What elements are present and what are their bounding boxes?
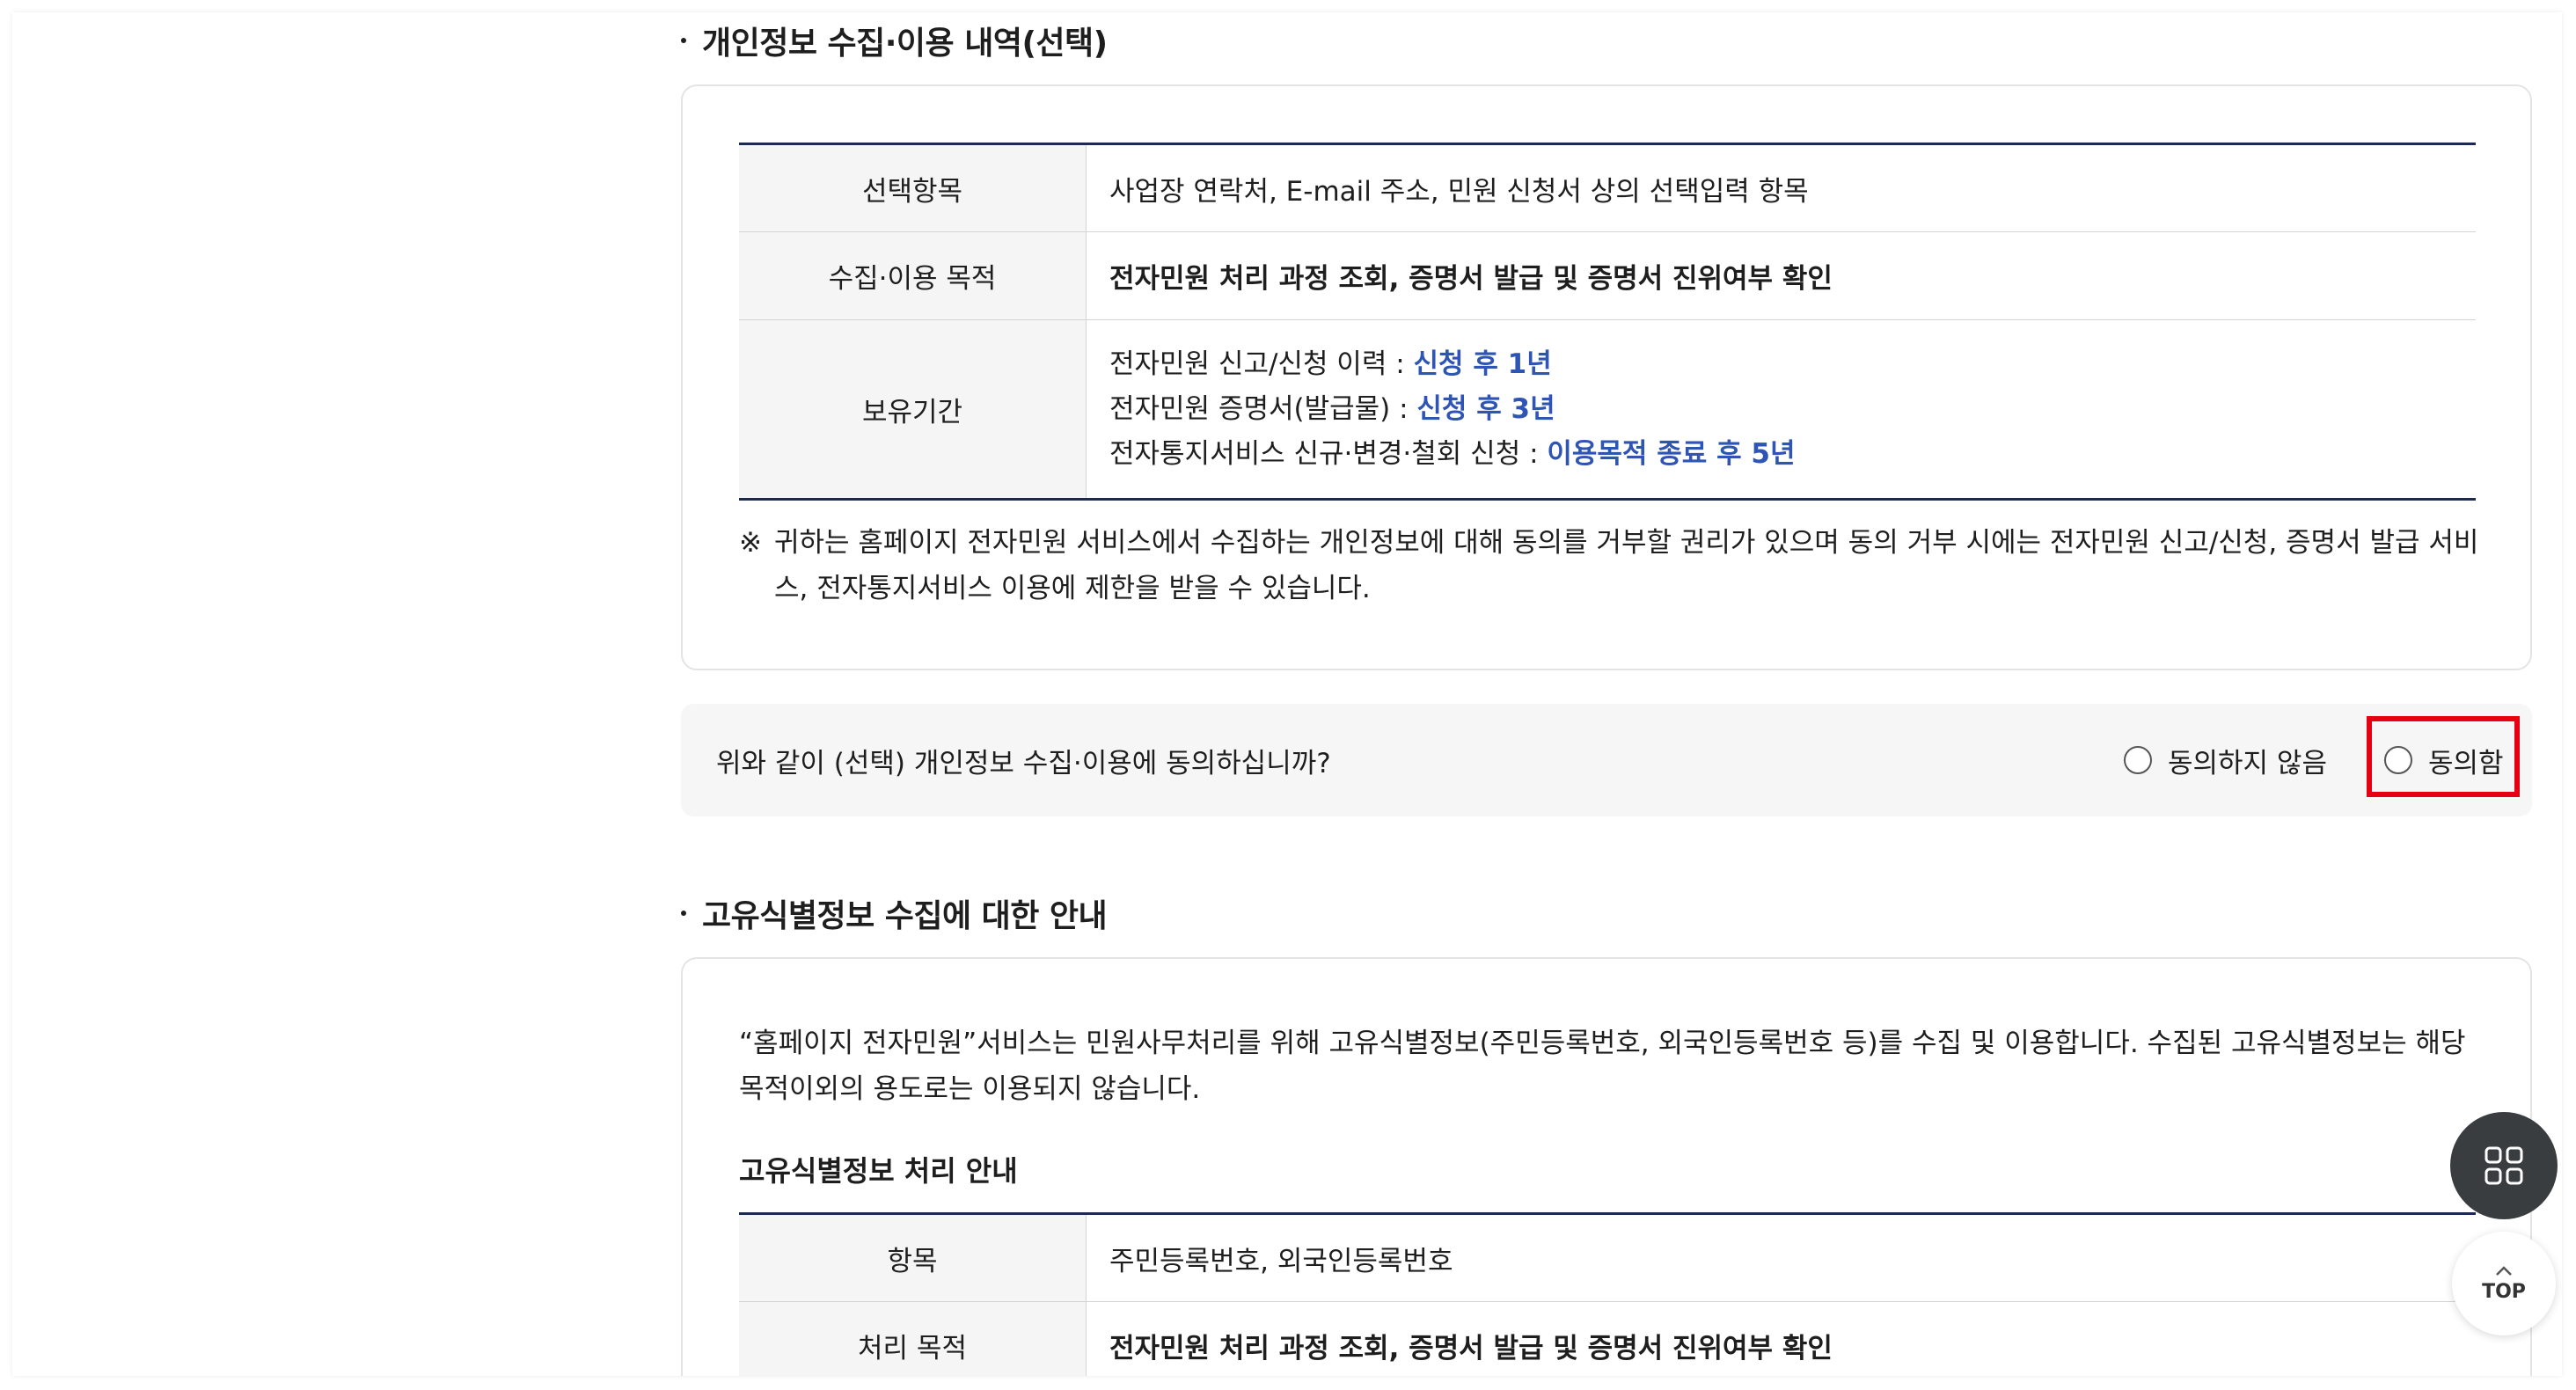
disagree-radio[interactable] xyxy=(2124,746,2152,774)
table-row: 처리 목적 전자민원 처리 과정 조회, 증명서 발급 및 증명서 진위여부 확… xyxy=(739,1301,2476,1376)
section-title-text: 고유식별정보 수집에 대한 안내 xyxy=(702,898,1108,934)
retention-periods: 전자민원 신고/신청 이력 : 신청 후 1년 전자민원 증명서(발급물) : … xyxy=(1087,320,2477,500)
section-title-optional-collection: 개인정보 수집·이용 내역(선택) xyxy=(681,14,1108,67)
refusal-notice: ※ 귀하는 홈페이지 전자민원 서비스에서 수집하는 개인정보에 대해 동의를 … xyxy=(739,520,2490,611)
row-value: 사업장 연락처, E-mail 주소, 민원 신청서 상의 선택입력 항목 xyxy=(1086,143,2476,232)
bullet-icon xyxy=(681,38,686,43)
reference-mark: ※ xyxy=(739,527,762,559)
unique-id-intro: “홈페이지 전자민원”서비스는 민원사무처리를 위해 고유식별정보(주민등록번호… xyxy=(739,1028,2466,1105)
bullet-icon xyxy=(681,911,686,916)
disagree-radio-option[interactable]: 동의하지 않음 xyxy=(2124,741,2327,780)
row-value: 전자민원 처리 과정 조회, 증명서 발급 및 증명서 진위여부 확인 xyxy=(1109,1333,1833,1365)
retention-line: 전자민원 증명서(발급물) : 신청 후 3년 xyxy=(1109,387,2476,432)
scroll-top-button[interactable]: TOP xyxy=(2452,1232,2556,1335)
consent-bar: 위와 같이 (선택) 개인정보 수집·이용에 동의하십니까? 동의하지 않음 동… xyxy=(681,704,2532,816)
row-label: 보유기간 xyxy=(739,319,1087,500)
table-row: 보유기간 전자민원 신고/신청 이력 : 신청 후 1년 전자민원 증명서(발급… xyxy=(739,319,2477,500)
table-row: 선택항목 사업장 연락처, E-mail 주소, 민원 신청서 상의 선택입력 … xyxy=(739,143,2476,232)
chevron-up-icon xyxy=(2496,1265,2512,1276)
table-row: 수집·이용 목적 전자민원 처리 과정 조회, 증명서 발급 및 증명서 진위여… xyxy=(739,231,2476,320)
retention-prefix: 전자민원 증명서(발급물) : xyxy=(1109,392,1417,425)
retention-period: 이용목적 종료 후 5년 xyxy=(1547,437,1796,470)
retention-line: 전자통지서비스 신규·변경·철회 신청 : 이용목적 종료 후 5년 xyxy=(1109,432,2476,477)
optional-info-box: 선택항목 사업장 연락처, E-mail 주소, 민원 신청서 상의 선택입력 … xyxy=(681,84,2532,670)
disagree-label[interactable]: 동의하지 않음 xyxy=(2168,741,2327,780)
retention-prefix: 전자민원 신고/신청 이력 : xyxy=(1109,348,1414,380)
unique-id-subheading: 고유식별정보 처리 안내 xyxy=(739,1154,1018,1188)
retention-line: 전자민원 신고/신청 이력 : 신청 후 1년 xyxy=(1109,342,2476,387)
agree-label[interactable]: 동의함 xyxy=(2428,741,2504,780)
top-label: TOP xyxy=(2482,1280,2526,1303)
page-frame: 개인정보 수집·이용 내역(선택) 선택항목 사업장 연락처, E-mail 주… xyxy=(12,12,2562,1376)
row-value: 주민등록번호, 외국인등록번호 xyxy=(1086,1213,2476,1302)
grid-icon xyxy=(2485,1146,2523,1185)
optional-info-table: 선택항목 사업장 연락처, E-mail 주소, 민원 신청서 상의 선택입력 … xyxy=(739,143,2476,501)
retention-prefix: 전자통지서비스 신규·변경·철회 신청 : xyxy=(1109,437,1548,470)
row-label: 선택항목 xyxy=(739,143,1087,232)
row-label: 처리 목적 xyxy=(739,1301,1087,1376)
section-title-unique-id: 고유식별정보 수집에 대한 안내 xyxy=(681,887,1108,940)
unique-id-table: 항목 주민등록번호, 외국인등록번호 처리 목적 전자민원 처리 과정 조회, … xyxy=(739,1212,2476,1376)
consent-question: 위와 같이 (선택) 개인정보 수집·이용에 동의하십니까? xyxy=(716,747,1331,779)
row-label: 수집·이용 목적 xyxy=(739,231,1087,320)
table-row: 항목 주민등록번호, 외국인등록번호 xyxy=(739,1213,2476,1302)
agree-radio[interactable] xyxy=(2384,746,2412,774)
unique-id-info-box: “홈페이지 전자민원”서비스는 민원사무처리를 위해 고유식별정보(주민등록번호… xyxy=(681,957,2532,1376)
retention-period: 신청 후 1년 xyxy=(1413,348,1552,380)
agree-radio-option[interactable]: 동의함 xyxy=(2384,741,2504,780)
section-title-text: 개인정보 수집·이용 내역(선택) xyxy=(702,26,1108,62)
retention-period: 신청 후 3년 xyxy=(1416,392,1555,425)
quick-menu-button[interactable] xyxy=(2450,1112,2558,1219)
row-value: 전자민원 처리 과정 조회, 증명서 발급 및 증명서 진위여부 확인 xyxy=(1086,231,2476,320)
refusal-notice-text: 귀하는 홈페이지 전자민원 서비스에서 수집하는 개인정보에 대해 동의를 거부… xyxy=(774,527,2479,604)
row-label: 항목 xyxy=(739,1213,1087,1302)
